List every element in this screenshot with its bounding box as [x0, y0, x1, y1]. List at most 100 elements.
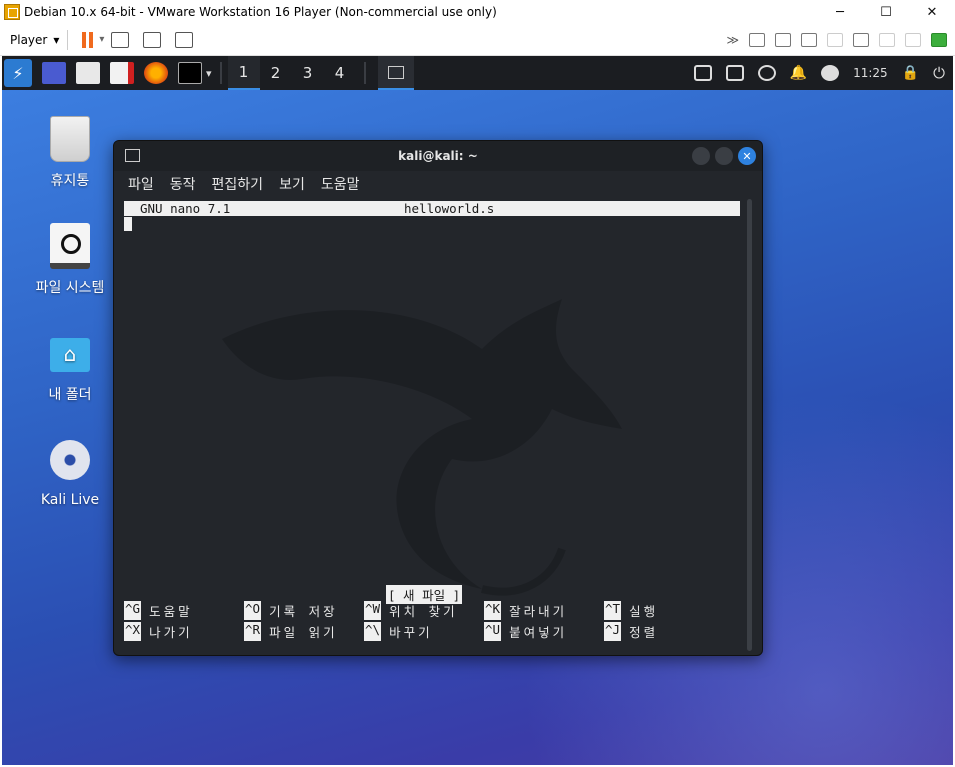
chevron-down-icon: ▾	[53, 32, 60, 47]
disc-icon	[50, 440, 90, 480]
logout-icon[interactable]: ⏻	[933, 64, 945, 82]
camera-icon[interactable]	[879, 32, 895, 47]
shortcut-label: 파일 읽기	[269, 625, 338, 640]
firefox-icon[interactable]	[144, 62, 168, 84]
file-manager-icon[interactable]	[76, 62, 100, 84]
terminal-title: kali@kali: ~	[398, 149, 478, 163]
workspace-4[interactable]: 4	[324, 56, 356, 90]
terminal-icon	[125, 149, 140, 162]
shortcut-replace: ^\ 바꾸기	[364, 622, 484, 641]
cd-drive-icon[interactable]	[775, 32, 791, 47]
shortcut-justify: ^J 정렬	[604, 622, 724, 641]
home-folder-icon	[50, 338, 90, 372]
desktop-icon-label: 파일 시스템	[35, 280, 105, 296]
shortcut-label: 붙여넣기	[509, 625, 568, 640]
minimize-button[interactable]: ─	[817, 0, 863, 24]
vmware-logo-icon	[4, 4, 20, 20]
network-adapter-icon[interactable]	[801, 32, 817, 47]
more-devices-icon[interactable]: ≫	[726, 33, 739, 47]
workspace-3[interactable]: 3	[292, 56, 324, 90]
terminal-minimize-button[interactable]	[692, 147, 710, 165]
terminal-launcher-icon[interactable]	[178, 62, 202, 84]
send-ctrl-alt-del-icon[interactable]	[111, 31, 130, 48]
pause-button[interactable]	[82, 31, 94, 48]
hard-drive-icon	[50, 223, 90, 269]
shortcut-read-file: ^R 파일 읽기	[244, 622, 364, 641]
terminal-menubar: 파일 동작 편집하기 보기 도움말	[114, 171, 762, 197]
menu-view[interactable]: 보기	[279, 174, 305, 194]
shortcut-label: 바꾸기	[389, 625, 433, 640]
workspace-1[interactable]: 1	[227, 56, 260, 90]
desktop-icon-label: 휴지통	[50, 173, 90, 189]
launcher-chevron-down-icon[interactable]: ▾	[206, 67, 212, 80]
menu-file[interactable]: 파일	[128, 174, 154, 194]
nano-shortcut-bar: ^G 도움말 ^O 기록 저장 ^W 위치 찾기 ^K 잘라내기 ^T 실행 ^X 나가기 …	[124, 601, 740, 641]
workspace-2[interactable]: 2	[260, 56, 292, 90]
menu-edit[interactable]: 편집하기	[212, 174, 264, 194]
power-manager-icon[interactable]	[821, 65, 840, 81]
shortcut-paste: ^U 붙여넣기	[484, 622, 604, 641]
terminal-titlebar[interactable]: kali@kali: ~ ✕	[114, 141, 762, 171]
text-cursor	[124, 217, 132, 231]
player-menu-button[interactable]: Player ▾	[10, 33, 59, 47]
shortcut-exit: ^X 나가기	[124, 622, 244, 641]
fullscreen-icon[interactable]	[143, 31, 162, 48]
shortcut-key: ^G	[124, 601, 142, 620]
notification-bell-icon[interactable]: 🔔	[790, 65, 807, 81]
desktop-icon-label: Kali Live	[40, 492, 100, 508]
desktop-icon-kali-live[interactable]: Kali Live	[15, 436, 125, 508]
shortcut-label: 위치 찾기	[389, 604, 458, 619]
player-menu-label: Player	[10, 32, 48, 47]
network-icon[interactable]	[693, 65, 712, 81]
kali-top-panel: ⚡ ▾ 1 2 3 4 🔔 11:25 🔒 ⏻	[2, 56, 953, 90]
system-tray: 🔔 11:25 🔒 ⏻	[693, 64, 945, 82]
shortcut-key: ^O	[244, 601, 262, 620]
desktop-icon-home[interactable]: 내 폴더	[15, 332, 125, 404]
message-log-icon[interactable]	[931, 32, 947, 47]
vmware-title-bar: Debian 10.x 64-bit - VMware Workstation …	[0, 0, 955, 24]
taskbar-terminal-item[interactable]	[377, 56, 414, 90]
terminal-close-button[interactable]: ✕	[738, 147, 756, 165]
terminal-maximize-button[interactable]	[715, 147, 733, 165]
clock[interactable]: 11:25	[853, 66, 888, 80]
menu-actions[interactable]: 동작	[170, 174, 196, 194]
desktop-icon-trash[interactable]: 휴지통	[15, 116, 125, 190]
desktop-icon-filesystem[interactable]: 파일 시스템	[15, 223, 125, 297]
keyboard-icon[interactable]	[725, 65, 744, 81]
shortcut-key: ^T	[604, 601, 622, 620]
trash-icon	[50, 116, 90, 162]
usb-icon[interactable]	[905, 32, 921, 47]
shortcut-key: ^X	[124, 622, 142, 641]
shortcut-key: ^U	[484, 622, 502, 641]
show-desktop-icon[interactable]	[42, 62, 66, 84]
pause-dropdown-icon[interactable]: ▾	[99, 34, 104, 45]
sound-card-icon[interactable]	[853, 32, 869, 47]
desktop-icon-label: 내 폴더	[48, 387, 92, 403]
lock-screen-icon[interactable]: 🔒	[902, 65, 919, 81]
shortcut-label: 기록 저장	[269, 604, 338, 619]
shortcut-execute: ^T 실행	[604, 601, 724, 620]
kali-menu-icon[interactable]: ⚡	[4, 59, 32, 87]
maximize-button[interactable]: ☐	[863, 0, 909, 24]
volume-muted-icon[interactable]	[757, 65, 776, 81]
unity-icon[interactable]	[175, 31, 194, 48]
shortcut-where-is: ^W 위치 찾기	[364, 601, 484, 620]
shortcut-key: ^J	[604, 622, 622, 641]
panel-divider	[363, 62, 366, 84]
menu-help[interactable]: 도움말	[321, 174, 360, 194]
panel-divider	[219, 62, 222, 84]
shortcut-label: 나가기	[149, 625, 193, 640]
text-editor-icon[interactable]	[110, 62, 134, 84]
nano-header-bar: GNU nano 7.1 helloworld.s	[124, 201, 740, 216]
hard-disk-icon[interactable]	[749, 32, 765, 47]
terminal-window[interactable]: kali@kali: ~ ✕ 파일 동작 편집하기 보기 도움말 GNU nan…	[113, 140, 763, 656]
nano-filename: helloworld.s	[404, 201, 495, 216]
shortcut-label: 정렬	[629, 625, 659, 640]
close-button[interactable]: ✕	[909, 0, 955, 24]
printer-icon[interactable]	[827, 32, 843, 47]
nano-editor[interactable]: GNU nano 7.1 helloworld.s [ 새 파일 ] ^G 도움말…	[122, 199, 744, 651]
nano-version: GNU nano 7.1	[140, 201, 231, 216]
shortcut-key: ^K	[484, 601, 502, 620]
window-title: Debian 10.x 64-bit - VMware Workstation …	[24, 5, 497, 19]
terminal-scrollbar[interactable]	[747, 199, 752, 651]
